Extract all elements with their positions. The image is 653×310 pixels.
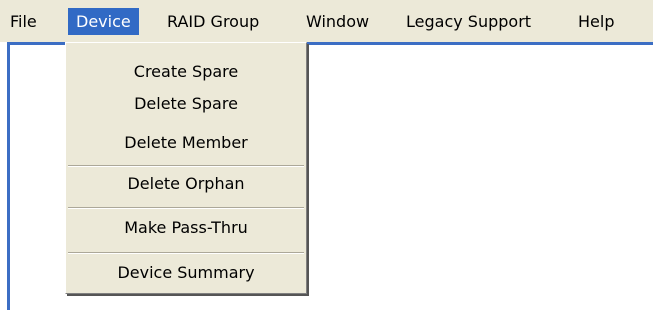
client-border-left bbox=[7, 42, 10, 310]
menu-item-delete-orphan[interactable]: Delete Orphan bbox=[66, 169, 306, 199]
menu-device[interactable]: Device bbox=[68, 8, 139, 35]
menu-item-delete-member[interactable]: Delete Member bbox=[66, 128, 306, 158]
menu-separator bbox=[68, 207, 304, 209]
menu-item-create-spare[interactable]: Create Spare bbox=[66, 57, 306, 87]
device-dropdown-menu: Create Spare Delete Spare Delete Member … bbox=[65, 42, 307, 294]
menu-item-delete-spare[interactable]: Delete Spare bbox=[66, 89, 306, 119]
menu-raid-group[interactable]: RAID Group bbox=[167, 8, 259, 35]
menu-bar: File Device RAID Group Window Legacy Sup… bbox=[0, 0, 653, 42]
menu-window[interactable]: Window bbox=[306, 8, 369, 35]
menu-item-make-pass-thru[interactable]: Make Pass-Thru bbox=[66, 213, 306, 243]
menu-separator bbox=[68, 165, 304, 167]
menu-help[interactable]: Help bbox=[578, 8, 614, 35]
menu-separator bbox=[68, 252, 304, 254]
menu-file[interactable]: File bbox=[10, 8, 37, 35]
menu-legacy-support[interactable]: Legacy Support bbox=[406, 8, 531, 35]
menu-item-device-summary[interactable]: Device Summary bbox=[66, 258, 306, 288]
